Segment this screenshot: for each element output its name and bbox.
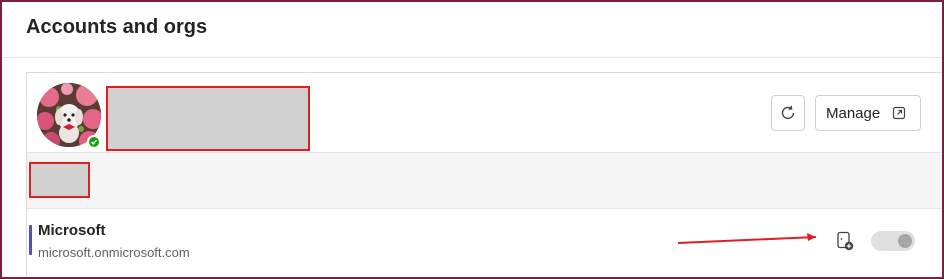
org-domain: microsoft.onmicrosoft.com	[38, 245, 190, 260]
refresh-icon	[781, 105, 795, 120]
refresh-button[interactable]	[771, 95, 805, 131]
presence-badge	[87, 135, 101, 149]
accounts-card: Manage Microsoft microsoft.onmicrosoft.c…	[26, 72, 943, 277]
redacted-account-name	[106, 86, 310, 151]
org-accent-bar	[29, 225, 32, 255]
account-row: Manage	[27, 73, 943, 153]
device-add-icon[interactable]	[835, 231, 855, 251]
redacted-label	[29, 162, 90, 198]
org-toggle[interactable]	[871, 231, 915, 251]
section-header: Accounts and orgs	[2, 2, 942, 58]
toggle-knob	[898, 234, 912, 248]
open-external-icon	[893, 106, 906, 120]
org-row: Microsoft microsoft.onmicrosoft.com	[27, 209, 943, 277]
manage-button[interactable]: Manage	[815, 95, 921, 131]
account-subrow	[27, 153, 943, 209]
checkmark-icon	[91, 139, 98, 145]
section-title: Accounts and orgs	[26, 16, 208, 38]
org-name: Microsoft	[38, 222, 106, 239]
manage-label: Manage	[826, 104, 881, 122]
